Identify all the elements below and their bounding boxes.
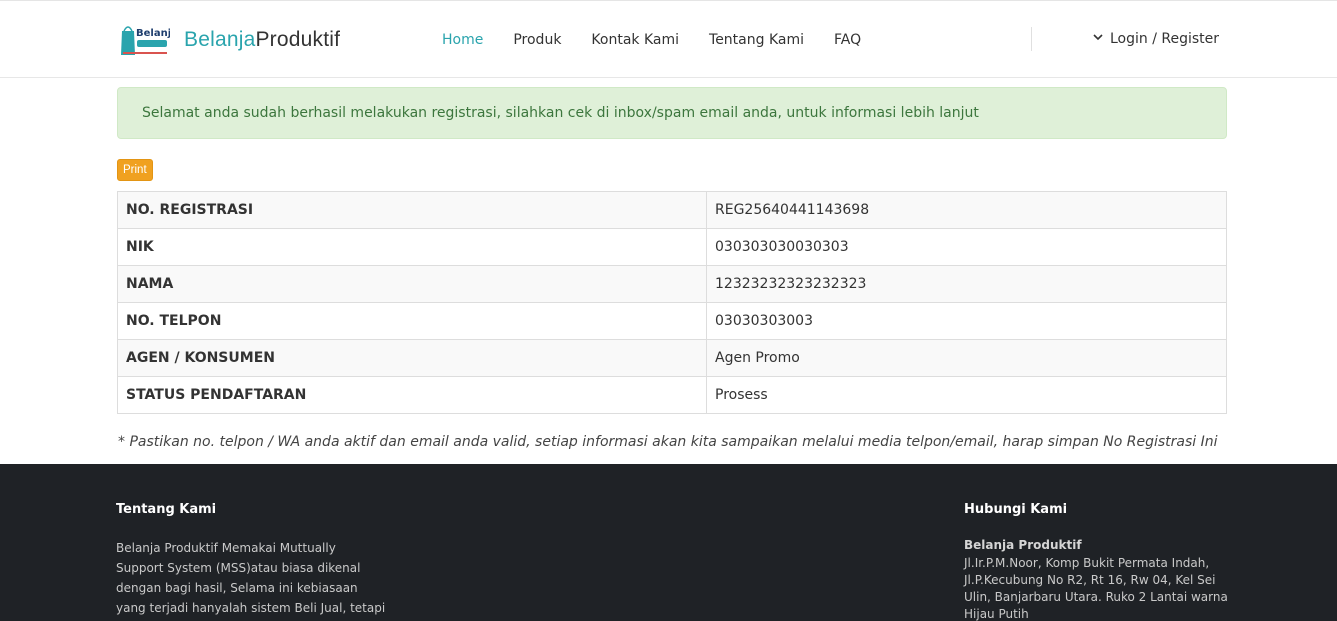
row-value: 030303030030303 xyxy=(706,228,1227,266)
table-row: AGEN / KONSUMEN Agen Promo xyxy=(117,339,1227,377)
svg-text:Belanja: Belanja xyxy=(136,28,170,39)
table-row: NIK 030303030030303 xyxy=(117,228,1227,266)
nav-produk[interactable]: Produk xyxy=(498,32,576,48)
success-alert: Selamat anda sudah berhasil melakukan re… xyxy=(117,87,1227,139)
nav-home[interactable]: Home xyxy=(427,32,498,48)
row-value: Agen Promo xyxy=(706,339,1227,377)
table-row: STATUS PENDAFTARAN Prosess xyxy=(117,376,1227,414)
row-label: NIK xyxy=(117,228,707,266)
row-label: STATUS PENDAFTARAN xyxy=(117,376,707,414)
table-row: NAMA 12323232323232323 xyxy=(117,265,1227,303)
row-value: REG25640441143698 xyxy=(706,191,1227,229)
brand-name-part1: Belanja xyxy=(184,28,256,51)
brand-link[interactable]: Belanja BelanjaProduktif xyxy=(118,21,340,59)
navbar: Belanja BelanjaProduktif Home Produk Kon… xyxy=(0,0,1337,78)
row-label: NO. TELPON xyxy=(117,302,707,340)
nav-kontak-kami[interactable]: Kontak Kami xyxy=(576,32,694,48)
row-label: NO. REGISTRASI xyxy=(117,191,707,229)
brand-name-part2: Produktif xyxy=(255,28,341,51)
footer-company-name: Belanja Produktif xyxy=(964,538,1082,552)
footer-about-text: Belanja Produktif Memakai Muttually Supp… xyxy=(116,541,386,615)
footer-about-title: Tentang Kami xyxy=(116,502,217,517)
footer-contact-title: Hubungi Kami xyxy=(964,502,1068,517)
nav-tentang-kami[interactable]: Tentang Kami xyxy=(694,32,819,48)
footer: Tentang Kami Belanja Produktif Memakai M… xyxy=(0,464,1337,621)
row-label: NAMA xyxy=(117,265,707,303)
footer-address: Jl.Ir.P.M.Noor, Komp Bukit Permata Indah… xyxy=(964,556,1228,621)
table-row: NO. TELPON 03030303003 xyxy=(117,302,1227,340)
success-alert-message: Selamat anda sudah berhasil melakukan re… xyxy=(142,105,979,121)
print-button[interactable]: Print xyxy=(117,159,153,181)
row-label: AGEN / KONSUMEN xyxy=(117,339,707,377)
table-row: NO. REGISTRASI REG25640441143698 xyxy=(117,191,1227,229)
row-value: 12323232323232323 xyxy=(706,265,1227,303)
registration-table: NO. REGISTRASI REG25640441143698 NIK 030… xyxy=(117,191,1227,414)
brand-name: BelanjaProduktif xyxy=(184,28,340,52)
brand-logo: Belanja xyxy=(118,21,178,59)
nav-divider xyxy=(1031,27,1032,51)
login-register-dropdown[interactable]: Login / Register xyxy=(1092,31,1219,47)
registration-note: * Pastikan no. telpon / WA anda aktif da… xyxy=(118,434,1218,450)
row-value: Prosess xyxy=(706,376,1227,414)
chevron-down-icon xyxy=(1092,31,1110,47)
main-nav: Home Produk Kontak Kami Tentang Kami FAQ xyxy=(427,1,876,79)
nav-faq[interactable]: FAQ xyxy=(819,32,876,48)
row-value: 03030303003 xyxy=(706,302,1227,340)
login-register-label: Login / Register xyxy=(1110,31,1220,47)
